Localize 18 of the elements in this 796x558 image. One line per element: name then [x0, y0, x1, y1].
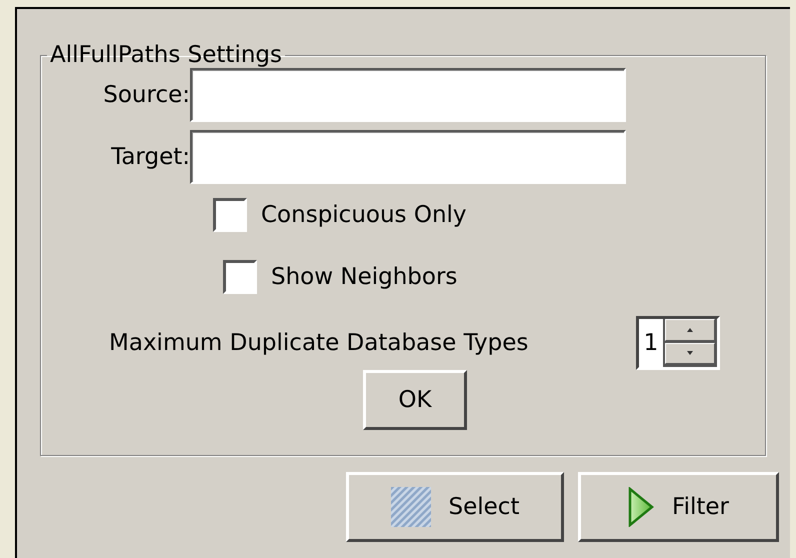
text-field[interactable]	[190, 130, 626, 184]
checkbox-label: Show Neighbors	[271, 264, 458, 290]
select-button[interactable]: Select	[346, 472, 564, 542]
spinner-label: Maximum Duplicate Database Types	[109, 330, 530, 356]
spin-up-icon[interactable]	[665, 319, 715, 340]
checkbox[interactable]	[213, 198, 247, 232]
filter-button[interactable]: Filter	[578, 472, 779, 542]
field-label: Source:	[102, 82, 190, 108]
field-label: Target:	[110, 144, 190, 170]
checkbox-label: Conspicuous Only	[261, 202, 467, 228]
number-spinner[interactable]: 1	[636, 316, 720, 370]
ok-button[interactable]: OK	[363, 370, 467, 430]
group-title: AllFullPaths Settings	[49, 42, 283, 68]
play-icon	[628, 487, 654, 527]
spin-down-icon[interactable]	[665, 342, 715, 364]
checkbox[interactable]	[223, 260, 257, 294]
hatched-square-icon	[390, 487, 431, 527]
text-field[interactable]	[190, 68, 626, 122]
